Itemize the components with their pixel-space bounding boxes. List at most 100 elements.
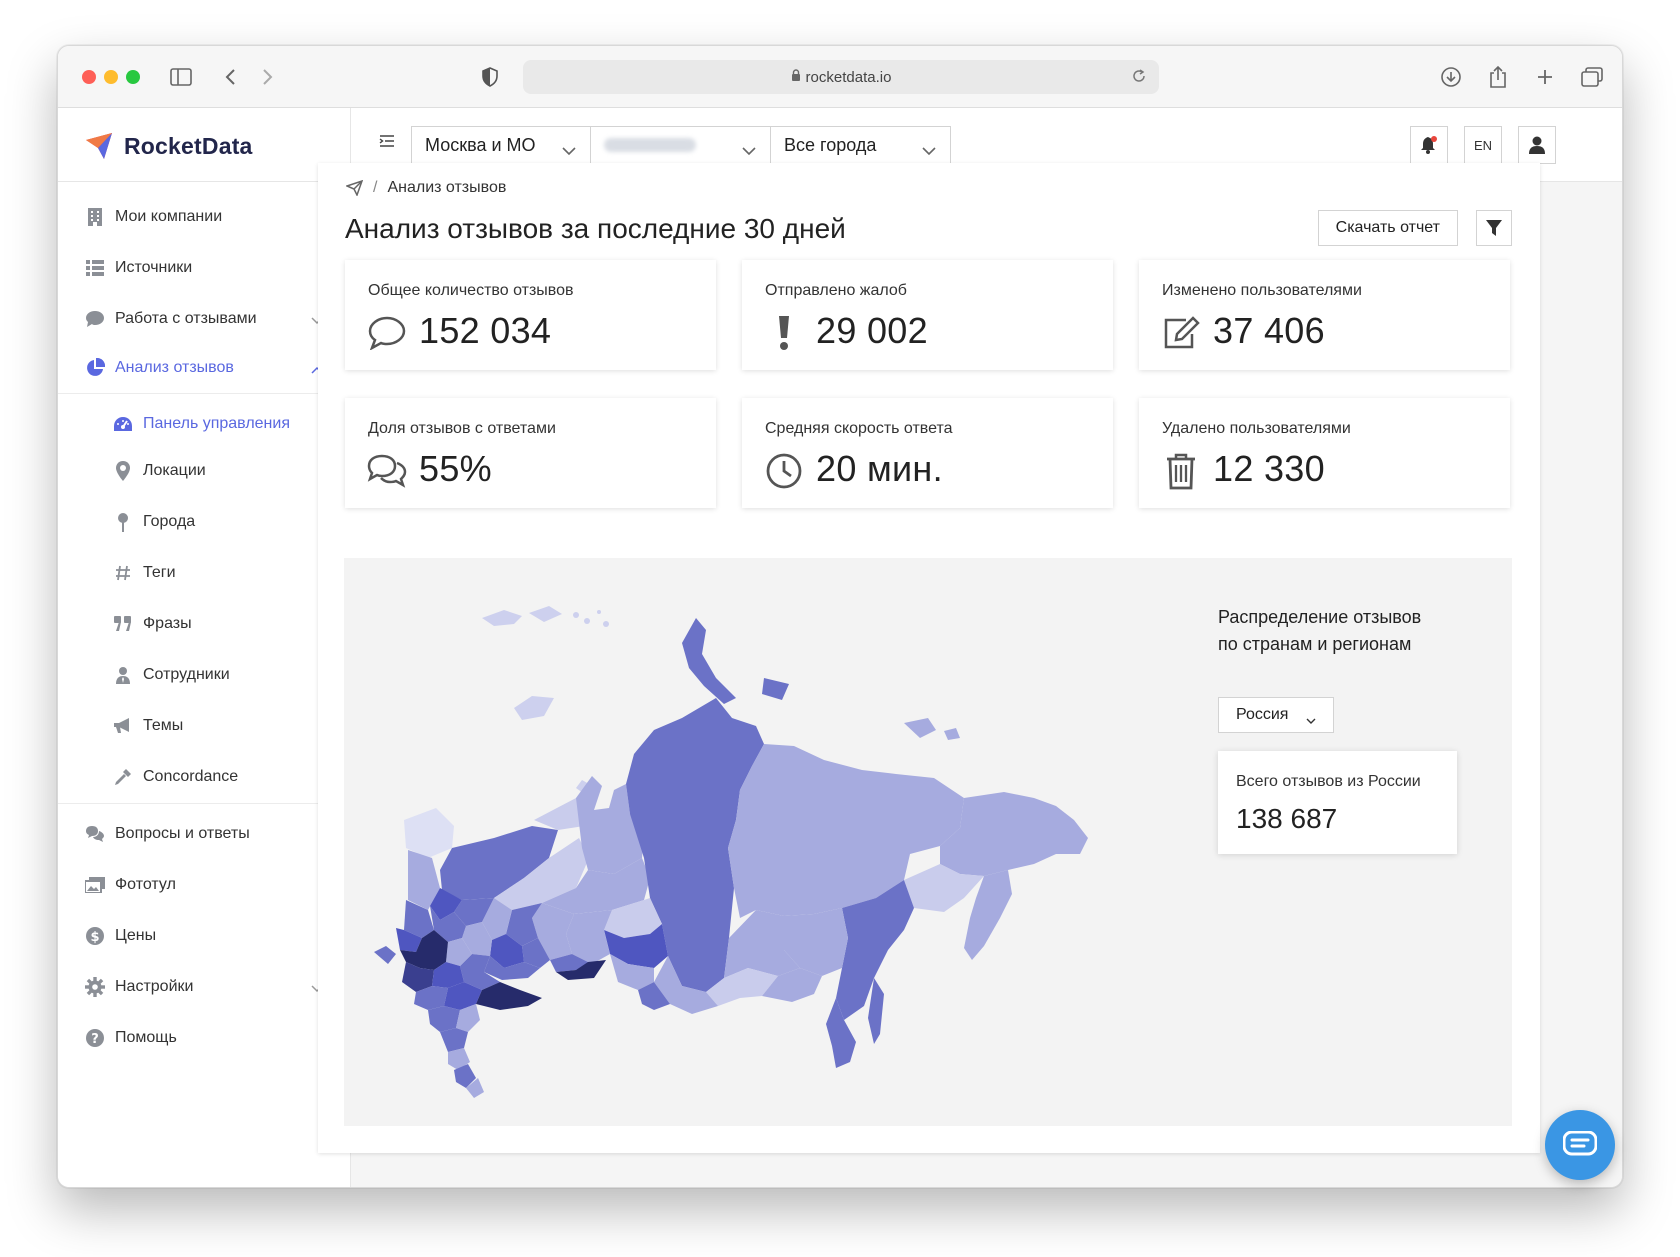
stat-value: 37 406 xyxy=(1213,310,1325,351)
minimize-window-button[interactable] xyxy=(104,70,118,84)
sidebar-item-reviews-work[interactable]: Работа с отзывами xyxy=(58,299,351,339)
sidebar-item-phototool[interactable]: Фототул xyxy=(58,865,351,905)
sidebar-item-qa[interactable]: Вопросы и ответы xyxy=(58,814,351,854)
sidebar-item-employees[interactable]: Сотрудники xyxy=(58,655,351,695)
language-button[interactable]: EN xyxy=(1464,126,1502,164)
sidebar-item-label: Цены xyxy=(115,927,157,944)
address-bar[interactable]: rocketdata.io xyxy=(523,60,1159,94)
eyedropper-icon xyxy=(112,766,134,788)
main-panel: / Анализ отзывов Анализ отзывов за после… xyxy=(318,163,1540,1153)
sidebar-item-sources[interactable]: Источники xyxy=(58,248,351,288)
sidebar-item-label: Источники xyxy=(115,259,193,276)
sidebar-item-label: Фототул xyxy=(115,876,176,893)
sidebar: RocketData Мои компании Источники Работа… xyxy=(58,108,351,1187)
sidebar-item-concordance[interactable]: Concordance xyxy=(58,757,351,797)
share-icon[interactable] xyxy=(1485,64,1511,90)
chat-widget-button[interactable] xyxy=(1545,1110,1615,1180)
close-window-button[interactable] xyxy=(82,70,96,84)
bell-icon xyxy=(1421,136,1437,154)
url-text: rocketdata.io xyxy=(805,68,892,86)
logo[interactable]: RocketData xyxy=(84,128,253,164)
map-region[interactable] xyxy=(944,728,960,740)
download-report-button[interactable]: Скачать отчет xyxy=(1317,210,1458,246)
breadcrumb-separator: / xyxy=(373,179,378,196)
country-select[interactable]: Россия xyxy=(1218,697,1334,733)
user-tie-icon xyxy=(112,664,134,686)
back-icon[interactable] xyxy=(218,64,244,90)
menu-collapse-icon[interactable] xyxy=(379,134,395,153)
map-region[interactable] xyxy=(904,718,936,738)
logo-text: RocketData xyxy=(124,132,253,159)
sidebar-item-cities[interactable]: Города xyxy=(58,502,351,542)
profile-button[interactable] xyxy=(1518,126,1556,164)
filter-button[interactable] xyxy=(1476,210,1512,246)
svg-text:?: ? xyxy=(91,1032,99,1047)
stat-value: 12 330 xyxy=(1213,448,1325,489)
stat-card-complaints: Отправлено жалоб 29 002 xyxy=(742,260,1113,370)
stat-label: Изменено пользователями xyxy=(1162,282,1362,299)
map-title-line1: Распределение отзывов xyxy=(1218,607,1422,627)
comments-icon xyxy=(84,823,106,845)
download-icon[interactable] xyxy=(1438,64,1464,90)
chevron-down-icon xyxy=(562,140,576,161)
city-select[interactable]: Все города xyxy=(770,126,951,164)
maximize-window-button[interactable] xyxy=(126,70,140,84)
sidebar-item-label: Concordance xyxy=(143,768,239,785)
brand-select[interactable] xyxy=(590,126,771,164)
quote-icon xyxy=(112,613,134,635)
shield-icon[interactable] xyxy=(477,64,503,90)
stat-value: 55% xyxy=(419,448,492,489)
map-region[interactable] xyxy=(404,808,454,858)
new-tab-icon[interactable] xyxy=(1532,64,1558,90)
map-region[interactable] xyxy=(682,618,736,704)
regions-map-panel: Распределение отзывов по странам и регио… xyxy=(344,558,1512,1126)
russia-regions-map[interactable] xyxy=(344,558,1204,1126)
brand-select-value-redacted xyxy=(604,138,696,152)
stat-card-edited: Изменено пользователями 37 406 xyxy=(1139,260,1510,370)
sidebar-item-tags[interactable]: Теги xyxy=(58,553,351,593)
comment-icon xyxy=(367,315,407,351)
sidebar-item-label: Помощь xyxy=(115,1029,177,1046)
stat-label: Средняя скорость ответа xyxy=(765,420,953,437)
clock-icon xyxy=(764,453,804,489)
sidebar-item-label: Панель управления xyxy=(143,415,290,432)
sidebar-item-locations[interactable]: Локации xyxy=(58,451,351,491)
map-region[interactable] xyxy=(428,1006,460,1032)
browser-toolbar: rocketdata.io xyxy=(58,46,1622,108)
divider xyxy=(58,181,351,182)
sidebar-item-settings[interactable]: Настройки xyxy=(58,967,351,1007)
sidebar-item-phrases[interactable]: Фразы xyxy=(58,604,351,644)
sidebar-item-label: Настройки xyxy=(115,978,194,995)
stat-label: Удалено пользователями xyxy=(1162,420,1351,437)
map-region-kaliningrad[interactable] xyxy=(374,946,396,964)
sidebar-item-dashboard[interactable]: Панель управления xyxy=(58,400,351,448)
sidebar-item-prices[interactable]: $ Цены xyxy=(58,916,351,956)
question-icon: ? xyxy=(84,1027,106,1049)
paper-plane-icon[interactable] xyxy=(346,180,363,196)
notifications-button[interactable] xyxy=(1410,126,1448,164)
sidebar-item-help[interactable]: ? Помощь xyxy=(58,1018,351,1058)
sidebar-item-label: Города xyxy=(143,513,196,530)
reload-icon[interactable] xyxy=(1131,68,1147,88)
stat-value: 152 034 xyxy=(419,310,552,351)
dashboard-icon xyxy=(112,413,134,435)
sidebar-item-topics[interactable]: Темы xyxy=(58,706,351,746)
map-region[interactable] xyxy=(762,678,789,700)
stat-card-total-reviews: Общее количество отзывов 152 034 xyxy=(345,260,716,370)
sidebar-item-label: Теги xyxy=(143,564,176,581)
sidebar-toggle-icon[interactable] xyxy=(168,64,194,90)
country-total-value: 138 687 xyxy=(1236,803,1338,834)
region-select[interactable]: Москва и МО xyxy=(411,126,591,164)
sidebar-item-review-analysis[interactable]: Анализ отзывов xyxy=(58,348,351,388)
sidebar-item-label: Сотрудники xyxy=(143,666,230,683)
stat-card-response-speed: Средняя скорость ответа 20 мин. xyxy=(742,398,1113,508)
tabs-overview-icon[interactable] xyxy=(1579,64,1605,90)
edit-icon xyxy=(1161,315,1201,351)
sidebar-item-label: Вопросы и ответы xyxy=(115,825,250,842)
sidebar-item-companies[interactable]: Мои компании xyxy=(58,197,351,237)
breadcrumb: / Анализ отзывов xyxy=(346,179,506,197)
forward-icon[interactable] xyxy=(254,64,280,90)
comments-icon xyxy=(367,453,407,489)
stat-label: Доля отзывов с ответами xyxy=(368,420,556,437)
city-select-value: Все города xyxy=(784,134,877,155)
